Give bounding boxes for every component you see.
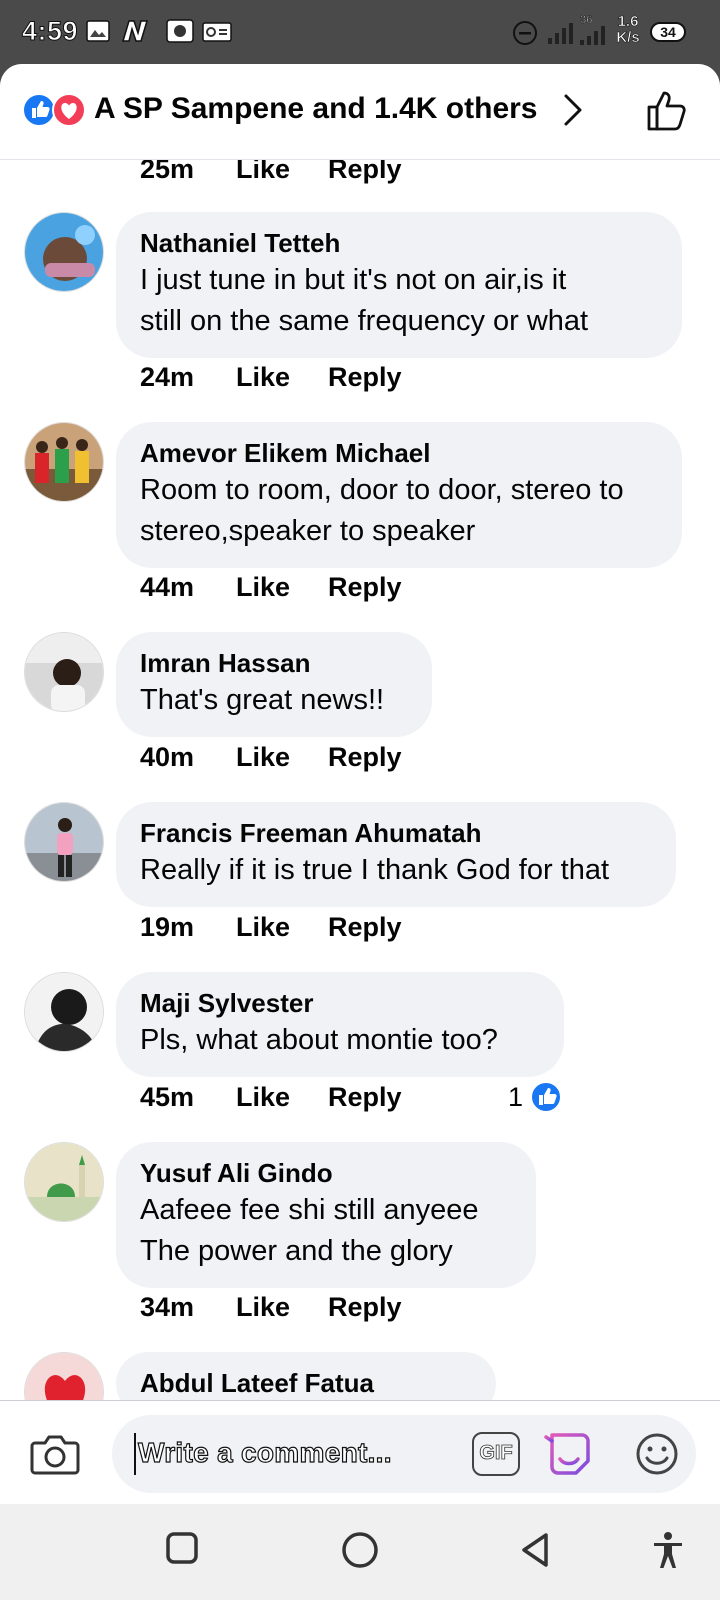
comment-time: 25m bbox=[140, 160, 195, 184]
comment-text-line: stereo,speaker to speaker bbox=[140, 515, 476, 547]
reply-link[interactable]: Reply bbox=[328, 912, 402, 952]
comment-time: 34m bbox=[140, 1292, 195, 1322]
comment-bubble[interactable]: Nathaniel Tetteh I just tune in but it's… bbox=[116, 212, 682, 358]
network-speed: 1.6 K/s bbox=[616, 13, 640, 46]
comment-bubble[interactable]: Maji Sylvester Pls, what about montie to… bbox=[116, 972, 564, 1077]
commenter-name[interactable]: Maji Sylvester bbox=[140, 986, 540, 1020]
avatar[interactable] bbox=[24, 802, 104, 882]
reactions-header[interactable]: A SP Sampene and 1.4K others bbox=[0, 64, 720, 160]
comment-text-line: Pls, what about montie too? bbox=[140, 1024, 498, 1056]
reply-link[interactable]: Reply bbox=[328, 1082, 402, 1122]
reactors-summary[interactable]: A SP Sampene and 1.4K others bbox=[94, 92, 537, 126]
signal-strength-icon bbox=[548, 23, 573, 44]
commenter-name[interactable]: Abdul Lateef Fatua bbox=[140, 1366, 472, 1400]
gif-button[interactable]: GIF bbox=[472, 1432, 520, 1476]
comment-time: 24m bbox=[140, 362, 195, 392]
commenter-name[interactable]: Yusuf Ali Gindo bbox=[140, 1156, 512, 1190]
reply-link[interactable]: Reply bbox=[328, 572, 402, 612]
home-icon[interactable] bbox=[340, 1530, 380, 1570]
system-navigation-bar bbox=[0, 1504, 720, 1600]
comment-actions: 34m Like Reply bbox=[140, 1292, 402, 1332]
like-link[interactable]: Like bbox=[236, 912, 328, 952]
comment-actions: 45m Like Reply bbox=[140, 1082, 402, 1122]
comment-bubble[interactable]: Imran Hassan That's great news!! bbox=[116, 632, 432, 737]
notification-icon bbox=[202, 22, 232, 42]
commenter-name[interactable]: Francis Freeman Ahumatah bbox=[140, 816, 652, 850]
radio-app-icon bbox=[166, 19, 194, 43]
comment-actions: 44m Like Reply bbox=[140, 572, 402, 612]
comment-text-line: still on the same frequency or what bbox=[140, 305, 589, 337]
gif-label: GIF bbox=[479, 1442, 513, 1465]
reply-link[interactable]: Reply bbox=[328, 160, 402, 194]
comment-text-line: That's great news!! bbox=[140, 684, 385, 716]
comment-actions: 25m Like Reply bbox=[140, 160, 402, 194]
reply-link[interactable]: Reply bbox=[328, 362, 402, 402]
camera-icon[interactable] bbox=[30, 1431, 80, 1477]
love-reaction-icon bbox=[52, 93, 86, 127]
comment-time: 44m bbox=[140, 572, 195, 602]
comment-text-line: Room to room, door to door, stereo to bbox=[140, 474, 624, 506]
comment-text-line: Really if it is true I thank God for tha… bbox=[140, 854, 610, 886]
recent-apps-icon[interactable] bbox=[164, 1530, 200, 1566]
text-cursor bbox=[134, 1433, 136, 1475]
like-reaction-icon bbox=[530, 1081, 563, 1113]
comment-like-count[interactable]: 1 bbox=[508, 1080, 563, 1114]
reply-link[interactable]: Reply bbox=[328, 1292, 402, 1332]
do-not-disturb-icon bbox=[513, 21, 537, 45]
like-reaction-icon bbox=[22, 93, 56, 127]
commenter-name[interactable]: Imran Hassan bbox=[140, 646, 408, 680]
news-app-icon bbox=[121, 20, 149, 42]
comment-bubble[interactable]: Francis Freeman Ahumatah Really if it is… bbox=[116, 802, 676, 907]
commenter-name[interactable]: Amevor Elikem Michael bbox=[140, 436, 658, 470]
like-link[interactable]: Like bbox=[236, 742, 328, 782]
reply-link[interactable]: Reply bbox=[328, 742, 402, 782]
like-link[interactable]: Like bbox=[236, 160, 328, 194]
like-link[interactable]: Like bbox=[236, 362, 328, 402]
sticker-icon[interactable] bbox=[544, 1429, 594, 1479]
comment-time: 45m bbox=[140, 1082, 195, 1112]
comment-input[interactable]: Write a comment... GIF bbox=[112, 1415, 696, 1493]
avatar[interactable] bbox=[24, 422, 104, 502]
like-count-value: 1 bbox=[508, 1081, 524, 1112]
like-link[interactable]: Like bbox=[236, 572, 328, 612]
status-bar: 4:59 36 1.6 K/s 34 bbox=[0, 0, 720, 64]
comment-bubble[interactable]: Yusuf Ali Gindo Aafeee fee shi still any… bbox=[116, 1142, 536, 1288]
comment-composer: Write a comment... GIF bbox=[0, 1400, 720, 1504]
comments-list[interactable]: 25m Like Reply Nathaniel Tetteh I just t… bbox=[0, 160, 720, 1464]
battery-indicator: 34 bbox=[650, 22, 686, 42]
comment-text-line: I just tune in but it's not on air,is it bbox=[140, 264, 567, 296]
like-link[interactable]: Like bbox=[236, 1082, 328, 1122]
reaction-icons bbox=[22, 93, 86, 127]
avatar[interactable] bbox=[24, 972, 104, 1052]
comment-actions: 40m Like Reply bbox=[140, 742, 402, 782]
comment-time: 40m bbox=[140, 742, 195, 772]
gallery-icon bbox=[86, 20, 110, 42]
comments-sheet: A SP Sampene and 1.4K others 25m Like Re… bbox=[0, 64, 720, 1504]
comment-actions: 19m Like Reply bbox=[140, 912, 402, 952]
like-link[interactable]: Like bbox=[236, 1292, 328, 1332]
chevron-right-icon[interactable] bbox=[560, 90, 586, 130]
commenter-name[interactable]: Nathaniel Tetteh bbox=[140, 226, 658, 260]
comment-text-line: Aafeee fee shi still anyeee bbox=[140, 1194, 479, 1226]
avatar[interactable] bbox=[24, 1142, 104, 1222]
comment-bubble[interactable]: Amevor Elikem Michael Room to room, door… bbox=[116, 422, 682, 568]
emoji-icon[interactable] bbox=[634, 1431, 680, 1477]
signal-strength-icon-2 bbox=[580, 26, 605, 45]
thumbs-up-outline-icon[interactable] bbox=[646, 88, 690, 132]
status-time: 4:59 bbox=[21, 16, 79, 47]
avatar[interactable] bbox=[24, 632, 104, 712]
comment-text-line: The power and the glory bbox=[140, 1235, 453, 1267]
back-icon[interactable] bbox=[516, 1530, 556, 1570]
comment-placeholder: Write a comment... bbox=[137, 1436, 392, 1468]
avatar[interactable] bbox=[24, 212, 104, 292]
comment-actions: 24m Like Reply bbox=[140, 362, 402, 402]
accessibility-icon[interactable] bbox=[648, 1530, 688, 1570]
comment-time: 19m bbox=[140, 912, 195, 942]
